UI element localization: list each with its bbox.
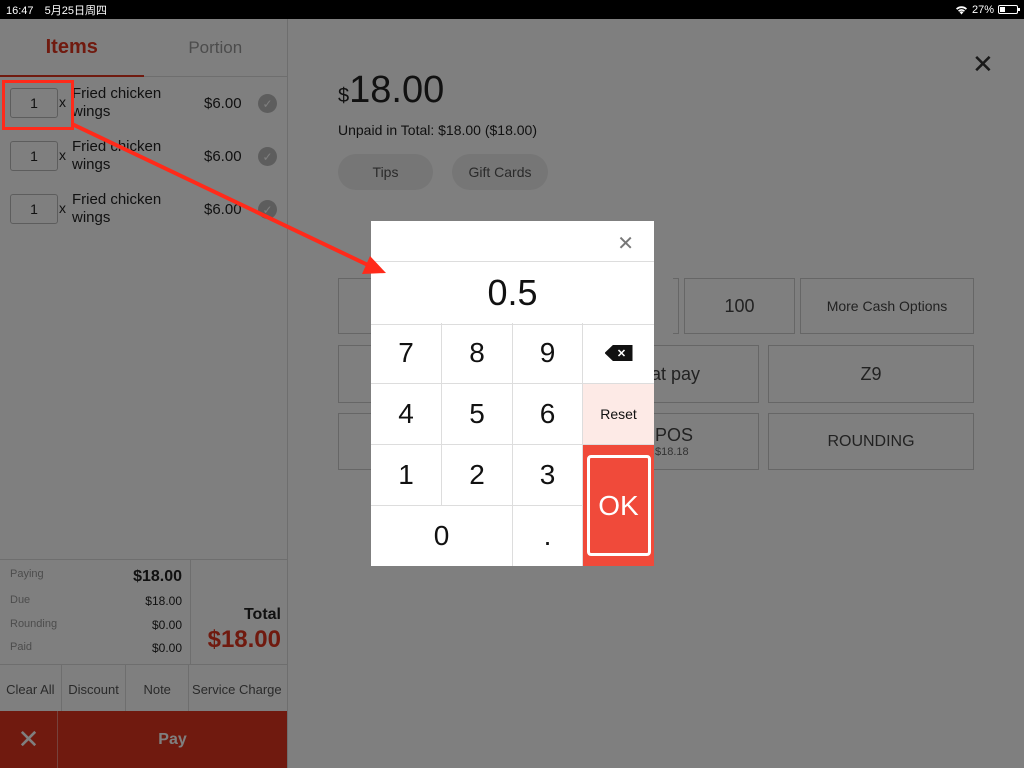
- annotation-highlight-box: [2, 80, 74, 130]
- annotation-arrow-icon: [71, 122, 386, 274]
